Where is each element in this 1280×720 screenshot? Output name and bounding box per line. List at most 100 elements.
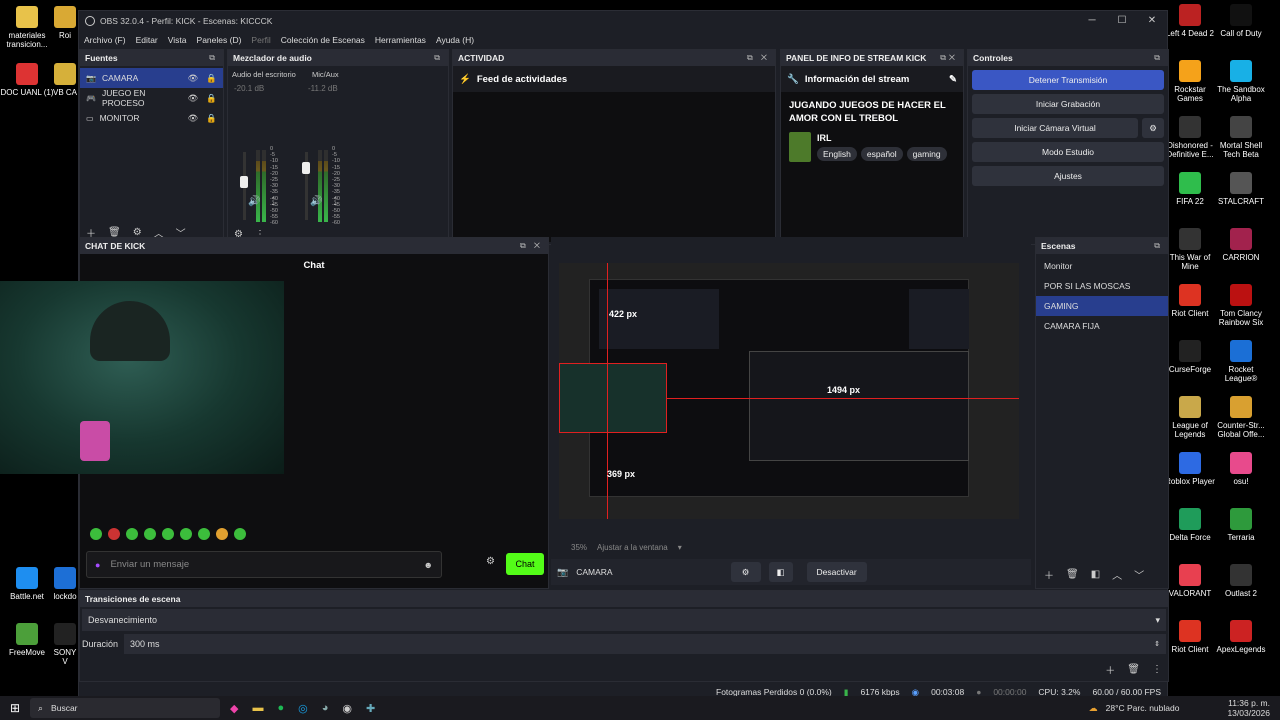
desktop-icon[interactable]: osu! — [1214, 452, 1268, 486]
mute-desktop-icon[interactable]: 🔊 — [248, 196, 260, 207]
source-item[interactable]: 🎮 JUEGO EN PROCESO 👁 🔒 — [80, 88, 223, 108]
zoom-dropdown-icon[interactable]: ▾ — [678, 543, 682, 552]
duration-input[interactable]: 300 ms ⇕ — [124, 634, 1166, 654]
scene-down-button[interactable]: ﹀ — [1134, 567, 1144, 582]
desktop-icon[interactable]: Left 4 Dead 2 — [1163, 4, 1217, 38]
desktop-icon[interactable]: CurseForge — [1163, 340, 1217, 374]
menu-ayuda[interactable]: Ayuda (H) — [436, 35, 474, 45]
chat-settings-icon[interactable]: ⚙ — [486, 556, 495, 567]
emoji-icon[interactable]: ☻ — [424, 560, 433, 570]
scene-up-button[interactable]: ︿ — [1112, 567, 1122, 582]
scene-filter-button[interactable]: ◧ — [1091, 569, 1100, 580]
desktop-icon[interactable]: lockdo — [52, 567, 78, 601]
dock-float-icon[interactable]: ⧉ — [1154, 53, 1163, 63]
app-icon[interactable]: ◆ — [230, 702, 238, 715]
visibility-icon[interactable]: 👁 — [188, 93, 199, 104]
desktop-icon[interactable]: STALCRAFT — [1214, 172, 1268, 206]
virtual-camera-settings-icon[interactable]: ⚙ — [1142, 118, 1164, 138]
desktop-icon[interactable]: CARRION — [1214, 228, 1268, 262]
menu-vista[interactable]: Vista — [168, 35, 187, 45]
desktop-icon[interactable]: SONY V — [52, 623, 78, 666]
zoom-level[interactable]: 35% — [571, 543, 587, 552]
start-recording-button[interactable]: Iniciar Grabación — [972, 94, 1164, 114]
minimize-button[interactable]: ─ — [1077, 11, 1107, 30]
deactivate-button[interactable]: Desactivar — [806, 562, 867, 582]
lock-icon[interactable]: 🔒 — [206, 73, 217, 84]
source-item[interactable]: ▭ MONITOR 👁 🔒 — [80, 108, 223, 128]
emote-icon[interactable] — [108, 528, 120, 540]
desktop-icon[interactable]: ApexLegends — [1214, 620, 1268, 654]
desktop-icon[interactable]: Counter-Str... Global Offe... — [1214, 396, 1268, 439]
menu-herramientas[interactable]: Herramientas — [375, 35, 426, 45]
menu-paneles[interactable]: Paneles (D) — [197, 35, 242, 45]
dock-float-icon[interactable]: ⧉ — [1154, 241, 1163, 251]
remove-scene-button[interactable]: 🗑 — [1066, 569, 1079, 580]
desktop-icon[interactable]: Outlast 2 — [1214, 564, 1268, 598]
desktop-icon[interactable]: The Sandbox Alpha — [1214, 60, 1268, 103]
properties-icon[interactable]: ⚙ — [730, 562, 761, 582]
mic-menu-icon[interactable]: ⋮ — [330, 196, 340, 207]
emote-icon[interactable] — [90, 528, 102, 540]
desktop-icon[interactable]: materiales transicion... — [0, 6, 54, 49]
emote-icon[interactable] — [162, 528, 174, 540]
lock-icon[interactable]: 🔒 — [206, 93, 217, 104]
microphone-icon[interactable]: ● — [95, 560, 100, 570]
desktop-icon[interactable]: Roi — [52, 6, 78, 40]
add-scene-button[interactable]: ＋ — [1044, 567, 1054, 582]
desktop-icon[interactable]: Dishonored - Definitive E... — [1163, 116, 1217, 159]
emote-icon[interactable] — [180, 528, 192, 540]
desktop-icon[interactable]: Call of Duty — [1214, 4, 1268, 38]
obs-icon[interactable]: ◉ — [342, 702, 352, 715]
desktop-menu-icon[interactable]: ⋮ — [268, 196, 278, 207]
add-transition-button[interactable]: ＋ — [1105, 662, 1115, 677]
transition-menu-icon[interactable]: ⋮ — [1152, 664, 1162, 675]
volume-slider-handle[interactable] — [240, 176, 248, 189]
emote-icon[interactable] — [126, 528, 138, 540]
settings-button[interactable]: Ajustes — [972, 166, 1164, 186]
emote-icon[interactable] — [144, 528, 156, 540]
scene-item[interactable]: CAMARA FIJA — [1036, 316, 1168, 336]
desktop-icon[interactable]: Rockstar Games — [1163, 60, 1217, 103]
dock-float-icon[interactable]: ⧉ — [434, 53, 443, 63]
maximize-button[interactable]: ☐ — [1107, 11, 1137, 30]
scene-item[interactable]: GAMING — [1036, 296, 1168, 316]
desktop-icon[interactable]: Rocket League® — [1214, 340, 1268, 383]
desktop-icon[interactable]: DOC UANL (1) — [0, 63, 54, 97]
scene-item[interactable]: Monitor — [1036, 256, 1168, 276]
desktop-icon[interactable]: League of Legends — [1163, 396, 1217, 439]
desktop-icon[interactable]: FIFA 22 — [1163, 172, 1217, 206]
scene-item[interactable]: POR SI LAS MOSCAS — [1036, 276, 1168, 296]
discord-icon[interactable]: ◕ — [322, 702, 329, 715]
spotify-icon[interactable]: ● — [277, 702, 284, 715]
edge-icon[interactable]: ◎ — [298, 702, 308, 715]
preview-canvas[interactable]: 422 px 1494 px 369 px — [559, 263, 1019, 519]
studio-mode-button[interactable]: Modo Estudio — [972, 142, 1164, 162]
emote-icon[interactable] — [198, 528, 210, 540]
start-button[interactable]: ⊞ — [0, 701, 30, 715]
desktop-icon[interactable]: VB CA — [52, 63, 78, 97]
menu-editar[interactable]: Editar — [136, 35, 158, 45]
search-box[interactable]: ⌕ Buscar — [30, 698, 220, 718]
desktop-icon[interactable]: Roblox Player — [1163, 452, 1217, 486]
file-explorer-icon[interactable]: ▬ — [252, 702, 263, 715]
lock-icon[interactable]: 🔒 — [206, 113, 217, 124]
desktop-icon[interactable]: VALORANT — [1163, 564, 1217, 598]
desktop-icon[interactable]: Mortal Shell Tech Beta — [1214, 116, 1268, 159]
desktop-icon[interactable]: Battle.net — [0, 567, 54, 601]
close-button[interactable]: ✕ — [1137, 11, 1167, 30]
filters-icon[interactable]: ◧ — [768, 562, 793, 582]
remove-transition-button[interactable]: 🗑 — [1127, 664, 1140, 675]
desktop-icon[interactable]: FreeMove — [0, 623, 54, 657]
dock-float-icon[interactable]: ⧉ — [209, 53, 218, 63]
desktop-icon[interactable]: Riot Client — [1163, 284, 1217, 318]
spinner-icon[interactable]: ⇕ — [1154, 640, 1160, 648]
dock-close-icon[interactable]: ⧉ ✕ — [520, 241, 543, 251]
steam-icon[interactable]: ✚ — [366, 702, 375, 715]
desktop-icon[interactable]: This War of Mine — [1163, 228, 1217, 271]
desktop-icon[interactable]: Terraria — [1214, 508, 1268, 542]
desktop-icon[interactable]: Delta Force — [1163, 508, 1217, 542]
stop-streaming-button[interactable]: Detener Transmisión — [972, 70, 1164, 90]
visibility-icon[interactable]: 👁 — [188, 73, 199, 84]
emote-icon[interactable] — [234, 528, 246, 540]
dock-close-icon[interactable]: ⧉✕ — [940, 53, 958, 63]
